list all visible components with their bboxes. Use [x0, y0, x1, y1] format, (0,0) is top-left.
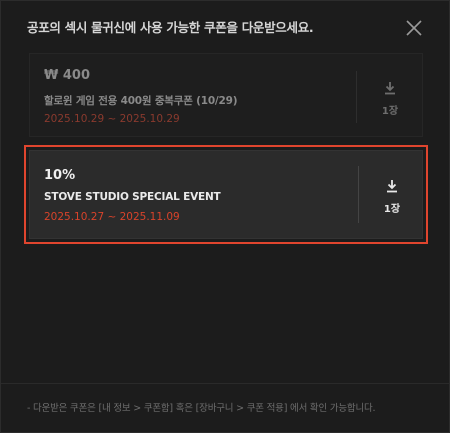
coupon-period: 2025.10.27 ~ 2025.11.09: [44, 211, 180, 223]
coupon-item-highlighted: 10% STOVE STUDIO SPECIAL EVENT 2025.10.2…: [24, 145, 428, 244]
download-button[interactable]: 1장: [357, 80, 423, 117]
coupon-amount: ₩ 400: [44, 68, 91, 83]
close-button[interactable]: [401, 15, 427, 41]
coupon-name: 할로윈 게임 전용 400원 중복쿠폰 (10/29): [44, 95, 238, 107]
coupon-item: ₩ 400 할로윈 게임 전용 400원 중복쿠폰 (10/29) 2025.1…: [29, 53, 423, 137]
coupon-name: STOVE STUDIO SPECIAL EVENT: [44, 191, 221, 203]
coupon-card: 10% STOVE STUDIO SPECIAL EVENT 2025.10.2…: [29, 150, 423, 239]
coupon-count: 1장: [383, 204, 401, 215]
download-icon: [385, 82, 395, 95]
footer-note: - 다운받은 쿠폰은 [내 정보 > 쿠폰함] 혹은 [장바구니 > 쿠폰 적용…: [27, 403, 376, 414]
download-icon: [387, 180, 397, 193]
footer-divider: [1, 383, 449, 384]
modal-title: 공포의 섹시 물귀신에 사용 가능한 쿠폰을 다운받으세요.: [27, 20, 314, 35]
coupon-period: 2025.10.29 ~ 2025.10.29: [44, 113, 180, 125]
coupon-count: 1장: [381, 106, 399, 117]
close-icon: [406, 20, 422, 36]
download-button[interactable]: 1장: [359, 178, 425, 215]
coupon-amount: 10%: [44, 168, 76, 183]
coupon-download-modal: 공포의 섹시 물귀신에 사용 가능한 쿠폰을 다운받으세요. ₩ 400 할로윈…: [0, 0, 450, 433]
